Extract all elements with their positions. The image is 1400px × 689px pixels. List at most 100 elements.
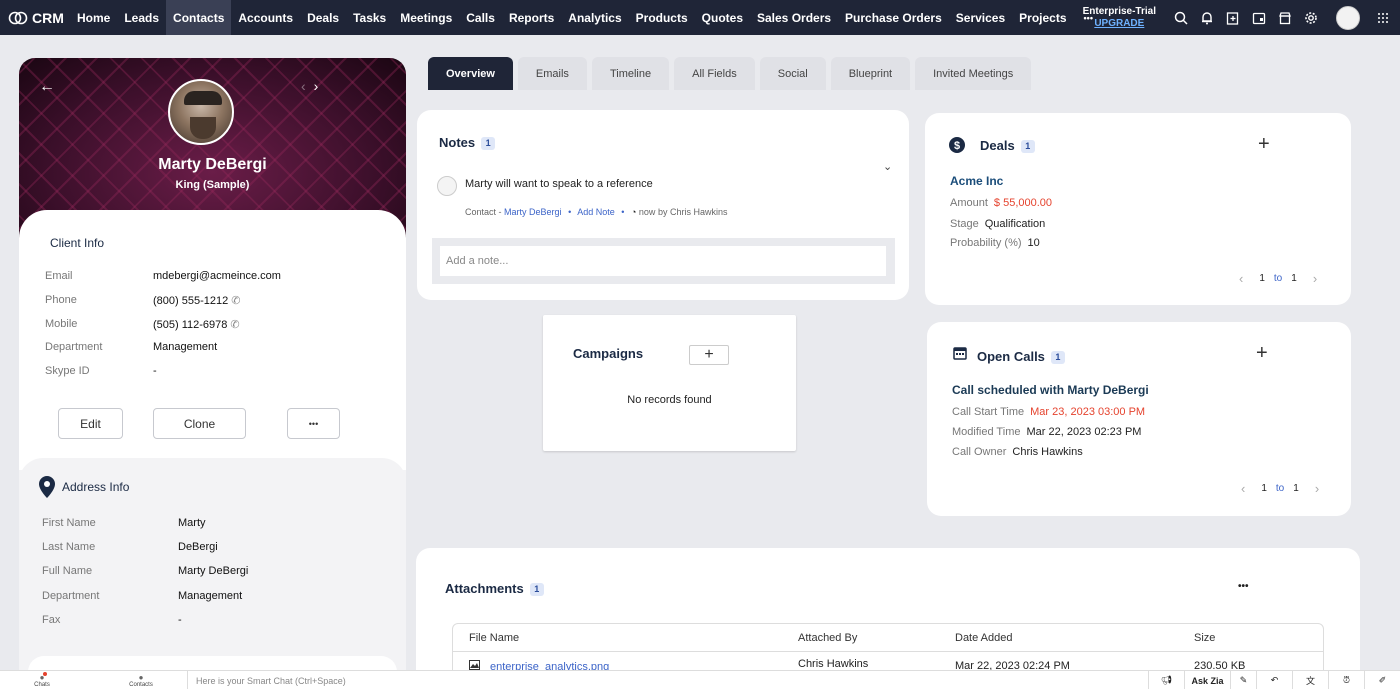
chats-button[interactable]: ● Chats (30, 671, 54, 689)
deal-name-link[interactable]: Acme Inc (950, 174, 1003, 188)
tab-all-fields[interactable]: All Fields (674, 57, 755, 90)
phone-icon[interactable]: ✆ (230, 318, 239, 331)
field-label: Department (42, 590, 100, 602)
mobile-number[interactable]: (505) 112-6978 (153, 319, 227, 331)
clone-button[interactable]: Clone (153, 408, 246, 439)
calendar-icon[interactable] (1246, 0, 1272, 35)
more-actions-button[interactable]: ••• (287, 408, 340, 439)
prev-page-icon[interactable]: ‹ (1241, 481, 1245, 496)
note-author-avatar (437, 176, 457, 196)
nav-item-tasks[interactable]: Tasks (346, 0, 393, 35)
edition-label: Enterprise-Trial (1082, 5, 1156, 17)
probability-label: Probability (%) (950, 237, 1022, 249)
nav-item-projects[interactable]: Projects (1012, 0, 1073, 35)
marketplace-icon[interactable] (1272, 0, 1298, 35)
chevron-down-icon[interactable]: ⌄ (883, 160, 892, 173)
calls-header: Open Calls 1 (977, 349, 1065, 365)
notes-title: Notes (439, 135, 476, 150)
nav-item-deals[interactable]: Deals (300, 0, 346, 35)
ask-zia-button[interactable]: Ask Zia (1184, 671, 1230, 689)
nav-item-home[interactable]: Home (70, 0, 117, 35)
nav-item-contacts[interactable]: Contacts (166, 0, 232, 35)
field-label: Email (45, 270, 73, 282)
upgrade-link[interactable]: UPGRADE (1083, 18, 1156, 30)
tab-emails[interactable]: Emails (517, 57, 587, 90)
nav-item-services[interactable]: Services (949, 0, 1012, 35)
contacts-button[interactable]: ● Contacts (126, 671, 156, 689)
next-page-icon[interactable]: › (1315, 481, 1319, 496)
prev-page-icon[interactable]: ‹ (1239, 271, 1243, 286)
deals-pager: ‹ 1 to 1 › (1239, 271, 1317, 286)
field-department: Department Management (42, 590, 242, 602)
smart-chat-input[interactable]: Here is your Smart Chat (Ctrl+Space) (187, 671, 346, 689)
nav-item-calls[interactable]: Calls (459, 0, 502, 35)
edition-info: Enterprise-Trial UPGRADE (1083, 6, 1156, 30)
call-modified: Modified Time Mar 22, 2023 02:23 PM (952, 426, 1141, 438)
nav-item-meetings[interactable]: Meetings (393, 0, 459, 35)
back-arrow-icon[interactable]: ← (39, 78, 55, 96)
alarm-icon[interactable]: ⏰︎ (1328, 671, 1364, 689)
notes-tool-icon[interactable]: ✎ (1230, 671, 1256, 689)
profile-photo[interactable] (168, 79, 234, 145)
edit-button[interactable]: Edit (58, 408, 123, 439)
search-icon[interactable] (1168, 0, 1194, 35)
bell-icon[interactable] (1194, 0, 1220, 35)
nav-item-leads[interactable]: Leads (117, 0, 166, 35)
phone-number[interactable]: (800) 555-1212 (153, 295, 228, 307)
person-icon: ● (138, 672, 144, 682)
nav-item-purchase-orders[interactable]: Purchase Orders (838, 0, 949, 35)
column-header-date[interactable]: Date Added (955, 632, 1013, 644)
column-header-file[interactable]: File Name (469, 632, 519, 644)
nav-item-sales-orders[interactable]: Sales Orders (750, 0, 838, 35)
field-value: - (178, 614, 182, 626)
nav-item-quotes[interactable]: Quotes (695, 0, 750, 35)
add-campaign-button[interactable]: + (689, 345, 729, 365)
add-note-link[interactable]: Add Note (577, 207, 615, 217)
add-note-input[interactable]: Add a note... (440, 246, 886, 276)
tab-invited-meetings[interactable]: Invited Meetings (915, 57, 1032, 90)
next-record-icon[interactable]: › (314, 78, 319, 94)
tab-timeline[interactable]: Timeline (591, 57, 670, 90)
nav-item-reports[interactable]: Reports (502, 0, 561, 35)
note-contact-link[interactable]: Marty DeBergi (504, 207, 562, 217)
column-header-size[interactable]: Size (1194, 632, 1215, 644)
tab-overview[interactable]: Overview (428, 57, 513, 90)
field-label: Skype ID (45, 365, 90, 377)
email-value[interactable]: mdebergi@acmeince.com (153, 270, 281, 282)
campaigns-empty: No records found (627, 394, 712, 406)
phone-value[interactable]: (800) 555-1212 ✆ (153, 294, 240, 307)
chat-icon: ● (40, 671, 48, 682)
add-call-button[interactable]: + (1256, 342, 1268, 365)
mobile-value[interactable]: (505) 112-6978 ✆ (153, 318, 240, 331)
create-record-icon[interactable] (1220, 0, 1246, 35)
nav-item-products[interactable]: Products (629, 0, 695, 35)
announcement-icon[interactable]: 📢︎ (1148, 671, 1184, 689)
add-deal-button[interactable]: + (1258, 133, 1270, 156)
crm-logo[interactable]: CRM (0, 10, 70, 26)
tab-blueprint[interactable]: Blueprint (830, 57, 911, 90)
table-divider (453, 651, 1323, 652)
edit-tool-icon[interactable]: ✐ (1364, 671, 1400, 689)
phone-icon[interactable]: ✆ (231, 294, 240, 307)
nav-item-accounts[interactable]: Accounts (231, 0, 300, 35)
column-header-attached-by[interactable]: Attached By (798, 632, 857, 644)
next-page-icon[interactable]: › (1313, 271, 1317, 286)
field-label: Last Name (42, 541, 96, 553)
apps-grid-icon[interactable] (1370, 0, 1396, 35)
field-label: Full Name (42, 565, 93, 577)
call-subject-link[interactable]: Call scheduled with Marty DeBergi (952, 383, 1149, 397)
user-avatar[interactable] (1336, 5, 1360, 30)
record-tabs: Overview Emails Timeline All Fields Social Bl… (428, 57, 1036, 90)
note-meta-prefix: Contact - (465, 207, 502, 217)
note-meta: Contact - Marty DeBergi • Add Note • ◔ n… (465, 207, 727, 217)
bottom-bar: ● Chats ● Contacts Here is your Smart Ch… (0, 670, 1400, 689)
translate-icon[interactable]: 文 (1292, 671, 1328, 689)
field-label: First Name (42, 517, 96, 529)
undo-icon[interactable]: ↶ (1256, 671, 1292, 689)
gear-icon[interactable] (1298, 0, 1324, 35)
attachments-more-button[interactable]: ••• (1238, 581, 1249, 592)
note-time: now (638, 207, 656, 217)
prev-record-icon[interactable]: ‹ (301, 78, 306, 94)
nav-item-analytics[interactable]: Analytics (561, 0, 628, 35)
tab-social[interactable]: Social (759, 57, 826, 90)
